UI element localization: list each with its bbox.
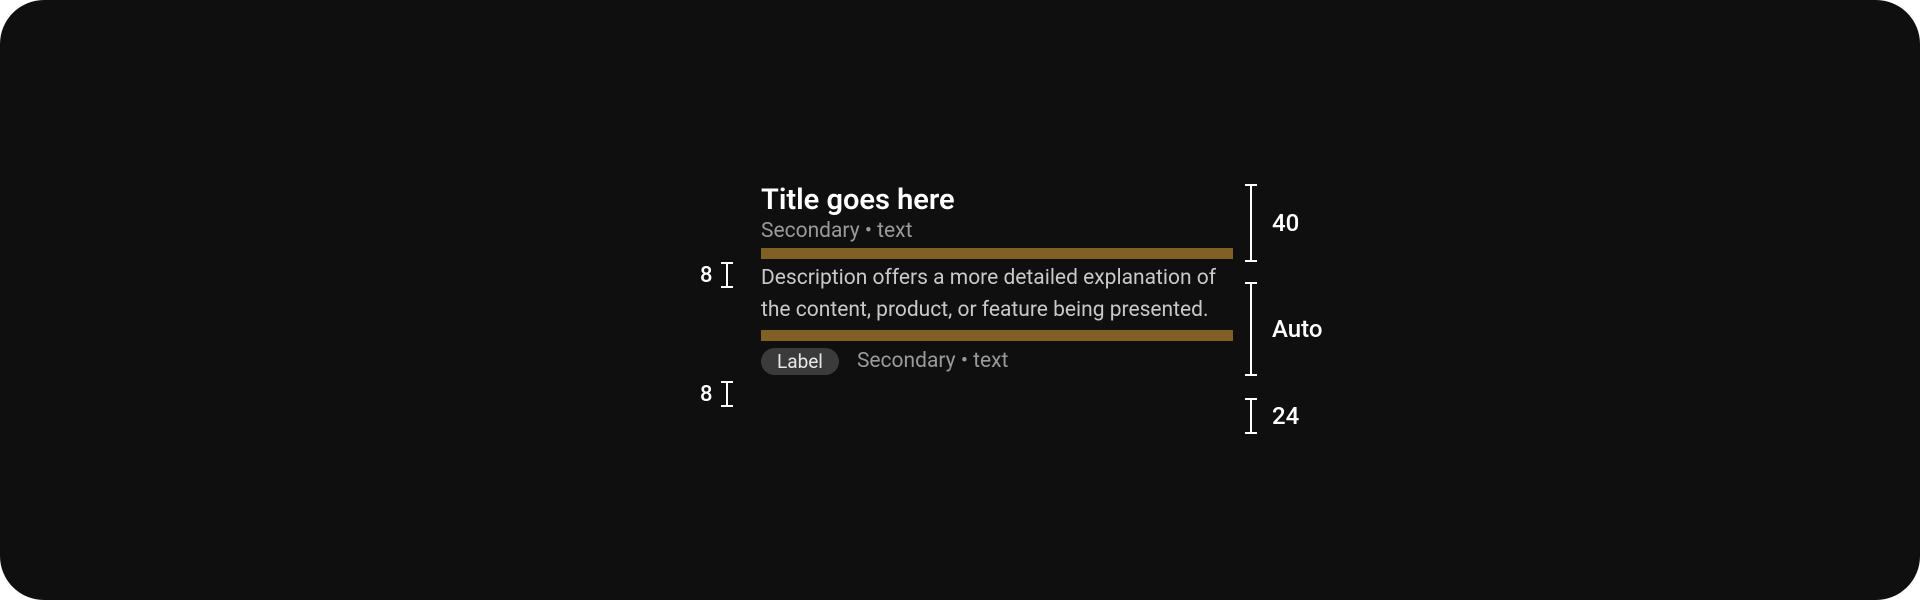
height-annotation-2: Auto bbox=[1244, 282, 1322, 376]
component-secondary-1: Secondary • text bbox=[761, 219, 1241, 244]
spec-frame: Title goes here Secondary • text Descrip… bbox=[0, 0, 1920, 600]
gap-bar-2 bbox=[761, 330, 1233, 341]
gap-annotation-1: 8 bbox=[700, 262, 735, 288]
vertical-gap-icon bbox=[719, 262, 735, 288]
gap-annotation-2: 8 bbox=[700, 381, 735, 407]
height-value-3: 24 bbox=[1272, 402, 1299, 430]
height-annotation-3: 24 bbox=[1244, 398, 1299, 434]
component-description: Description offers a more detailed expla… bbox=[761, 263, 1227, 326]
gap-value-1: 8 bbox=[700, 263, 713, 288]
label-pill: Label bbox=[761, 348, 839, 375]
bracket-icon bbox=[1244, 184, 1258, 262]
component-spec: Title goes here Secondary • text Descrip… bbox=[761, 185, 1241, 377]
bracket-icon bbox=[1244, 282, 1258, 376]
height-annotation-1: 40 bbox=[1244, 184, 1299, 262]
component-secondary-2: Secondary • text bbox=[857, 349, 1008, 373]
vertical-gap-icon bbox=[719, 381, 735, 407]
bracket-icon bbox=[1244, 398, 1258, 434]
gap-bar-1 bbox=[761, 248, 1233, 259]
height-value-2: Auto bbox=[1272, 315, 1322, 343]
component-title: Title goes here bbox=[761, 185, 1241, 217]
component-tag-row: Label Secondary • text bbox=[761, 345, 1241, 377]
gap-value-2: 8 bbox=[700, 382, 713, 407]
height-value-1: 40 bbox=[1272, 209, 1299, 237]
